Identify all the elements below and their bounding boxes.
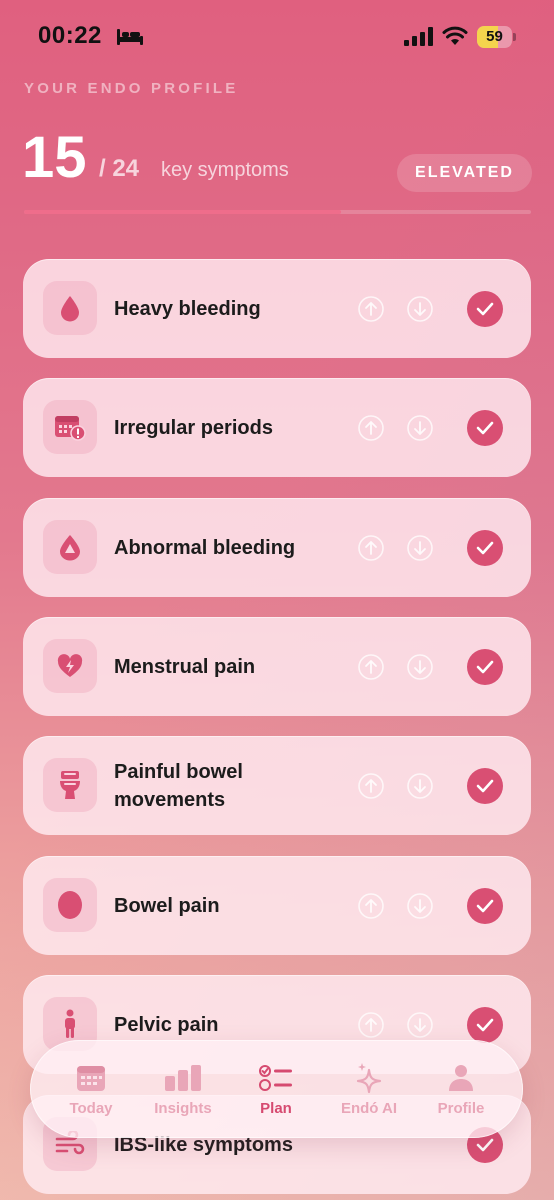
- symptom-card-abnormal-bleeding: Abnormal bleeding: [23, 498, 531, 597]
- move-up-icon[interactable]: [357, 653, 385, 681]
- symptom-card-irregular-periods: Irregular periods: [23, 378, 531, 477]
- tab-profile[interactable]: Profile: [415, 1040, 507, 1138]
- symptom-label: Bowel pain: [114, 894, 220, 917]
- move-down-icon[interactable]: [406, 892, 434, 920]
- tab-label: Today: [69, 1100, 113, 1117]
- sparkle-icon: [354, 1062, 384, 1094]
- bar-chart-icon: [164, 1062, 202, 1094]
- move-down-icon[interactable]: [406, 653, 434, 681]
- toilet-icon: [43, 758, 97, 812]
- symptom-progress-bar: [24, 210, 531, 214]
- move-down-icon[interactable]: [406, 534, 434, 562]
- symptom-label: Heavy bleeding: [114, 297, 261, 320]
- symptom-card-bowel-pain: Bowel pain: [23, 856, 531, 955]
- tab-label: Insights: [154, 1100, 212, 1117]
- status-bar: 00:22 59: [0, 0, 554, 74]
- symptom-card-painful-bowel-movements: Painful bowel movements: [23, 736, 531, 835]
- drop-icon: [43, 281, 97, 335]
- move-up-icon[interactable]: [357, 534, 385, 562]
- move-up-icon[interactable]: [357, 295, 385, 323]
- heart-bolt-icon: [43, 639, 97, 693]
- move-down-icon[interactable]: [406, 295, 434, 323]
- battery-indicator: 59: [477, 26, 517, 48]
- move-up-icon[interactable]: [357, 772, 385, 800]
- symptom-count-label: key symptoms: [161, 159, 289, 181]
- move-down-icon[interactable]: [406, 1011, 434, 1039]
- cellular-signal-icon: [404, 27, 433, 46]
- section-eyebrow: YOUR ENDO PROFILE: [24, 80, 239, 97]
- calendar-icon: [76, 1062, 106, 1094]
- symptom-card-menstrual-pain: Menstrual pain: [23, 617, 531, 716]
- level-badge: ELEVATED: [397, 154, 532, 192]
- tab-label: Profile: [437, 1100, 485, 1117]
- checkmark-icon[interactable]: [467, 768, 503, 804]
- move-up-icon[interactable]: [357, 414, 385, 442]
- drop-alert-icon: [43, 520, 97, 574]
- symptom-card-heavy-bleeding: Heavy bleeding: [23, 259, 531, 358]
- checkmark-icon[interactable]: [467, 888, 503, 924]
- tab-plan[interactable]: Plan: [230, 1040, 322, 1138]
- person-icon: [447, 1062, 475, 1094]
- tab-insights[interactable]: Insights: [137, 1040, 229, 1138]
- move-up-icon[interactable]: [357, 892, 385, 920]
- symptom-total: / 24: [99, 155, 140, 182]
- symptom-progress-fill: [24, 210, 341, 214]
- status-time: 00:22: [38, 22, 102, 49]
- checkmark-icon[interactable]: [467, 410, 503, 446]
- tab-label: Plan: [260, 1100, 292, 1117]
- checkmark-icon[interactable]: [467, 1007, 503, 1043]
- checkmark-icon[interactable]: [467, 649, 503, 685]
- checkmark-icon[interactable]: [467, 291, 503, 327]
- move-down-icon[interactable]: [406, 772, 434, 800]
- bed-icon: [117, 29, 143, 45]
- symptom-count: 15: [22, 125, 87, 190]
- checklist-icon: [259, 1062, 293, 1094]
- symptom-label: Painful bowel movements: [114, 760, 243, 811]
- calendar-alert-icon: [43, 400, 97, 454]
- tab-label: Endó AI: [340, 1100, 398, 1117]
- tab-today[interactable]: Today: [45, 1040, 137, 1138]
- move-up-icon[interactable]: [357, 1011, 385, 1039]
- wifi-icon: [442, 26, 468, 45]
- oval-icon: [43, 878, 97, 932]
- move-down-icon[interactable]: [406, 414, 434, 442]
- checkmark-icon[interactable]: [467, 530, 503, 566]
- symptom-label: Irregular periods: [114, 416, 273, 439]
- symptom-label: Menstrual pain: [114, 655, 256, 678]
- symptom-label: Abnormal bleeding: [114, 536, 296, 559]
- tab-endo-ai[interactable]: Endó AI: [323, 1040, 415, 1138]
- tab-bar: Today Insights Plan Endó AI Profile: [30, 1040, 523, 1138]
- battery-percent: 59: [486, 28, 503, 45]
